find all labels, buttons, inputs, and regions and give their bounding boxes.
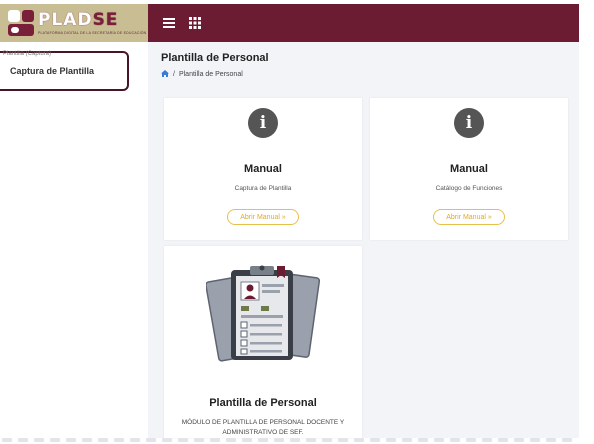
sidebar-item-captura-de-plantilla[interactable]: Captura de Plantilla xyxy=(10,66,94,76)
card-description: MÓDULO DE PLANTILLA DE PERSONAL DOCENTE … xyxy=(181,419,345,436)
open-manual-button[interactable]: Abrir Manual » xyxy=(433,209,505,225)
sidebar-category: Plantilla (Captura) xyxy=(3,51,52,57)
card-subtitle: Catálogo de Funciones xyxy=(435,185,503,192)
open-manual-button[interactable]: Abrir Manual » xyxy=(227,209,299,225)
manual-card-captura: i Manual Captura de Plantilla Abrir Manu… xyxy=(164,98,362,240)
home-icon[interactable] xyxy=(161,70,169,79)
breadcrumb-current: Plantilla de Personal xyxy=(178,71,243,78)
sidebar: Plantilla (Captura) Captura de Plantilla xyxy=(0,42,148,444)
card-title: Plantilla de Personal xyxy=(209,397,317,409)
brand-logo[interactable]: PLADSE PLATAFORMA DIGITAL DE LA SECRETAR… xyxy=(0,4,148,42)
hamburger-icon[interactable] xyxy=(162,16,176,30)
card-subtitle: Captura de Plantilla xyxy=(234,185,292,192)
logo-icon xyxy=(8,10,34,36)
bottom-divider xyxy=(0,438,594,444)
info-icon: i xyxy=(248,108,278,138)
manual-card-catalogo: i Manual Catálogo de Funciones Abrir Man… xyxy=(370,98,568,240)
card-title: Manual xyxy=(244,163,282,175)
breadcrumb: / Plantilla de Personal xyxy=(161,70,243,79)
grid-icon[interactable] xyxy=(188,16,202,30)
brand-subtitle: PLATAFORMA DIGITAL DE LA SECRETARÍA DE E… xyxy=(38,30,147,35)
main-content: Plantilla de Personal / Plantilla de Per… xyxy=(148,42,579,438)
plantilla-module-card[interactable]: Plantilla de Personal MÓDULO DE PLANTILL… xyxy=(164,246,362,438)
page-title: Plantilla de Personal xyxy=(161,52,269,64)
card-title: Manual xyxy=(450,163,488,175)
info-icon: i xyxy=(454,108,484,138)
brand-name: PLADSE xyxy=(38,9,119,30)
top-bar: PLADSE PLATAFORMA DIGITAL DE LA SECRETAR… xyxy=(0,4,579,42)
navbar xyxy=(148,4,579,42)
breadcrumb-separator: / xyxy=(173,71,175,78)
clipboard-illustration-icon xyxy=(206,265,320,362)
